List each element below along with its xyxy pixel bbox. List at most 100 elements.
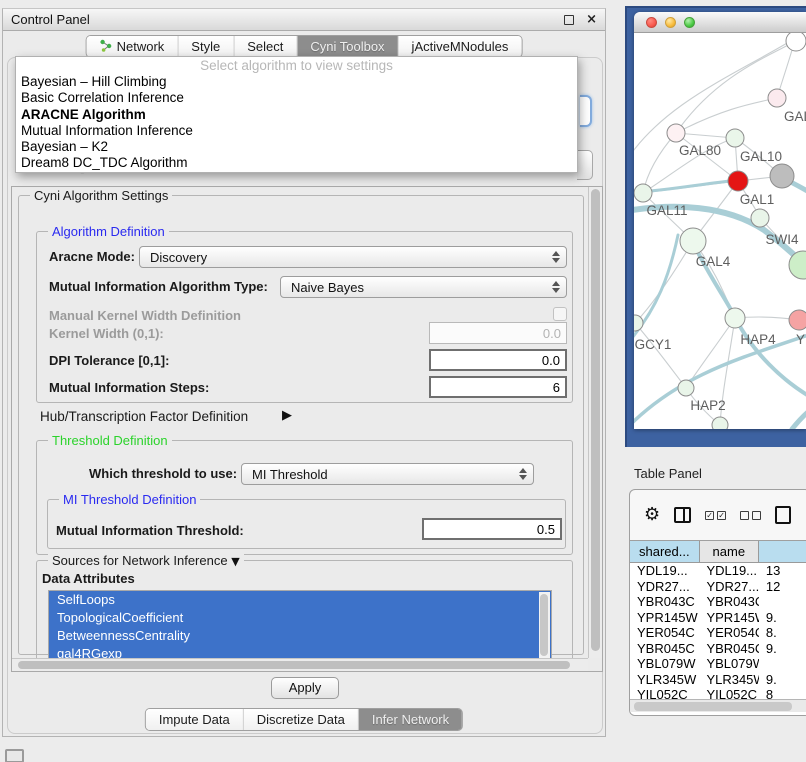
dpi-tolerance-field[interactable] [429,349,567,371]
data-attribute-item[interactable]: SelfLoops [49,591,551,609]
zoom-window-icon[interactable] [684,17,695,28]
control-panel-window: Control Panel × NetworkStyle Select Cyni T… [2,8,606,737]
table-row[interactable]: YBL079WYBL079W [630,656,806,672]
table-cell: YBR043C [630,594,699,610]
sources-group: Sources for Network Inference ▼ Data Att… [36,560,573,672]
network-node-label: GAL [784,109,806,124]
tab-label: Impute Data [159,712,230,727]
algorithm-option[interactable]: ARACNE Algorithm [16,107,577,123]
network-edge [676,98,777,133]
network-node-gal10[interactable] [726,129,744,147]
kernel-width-label: Kernel Width (0,1): [49,326,164,341]
hub-definition-label: Hub/Transcription Factor Definition [40,409,248,424]
gear-icon[interactable]: ⚙ [644,506,660,524]
tab-infer-network[interactable]: Infer Network [359,709,462,730]
data-attribute-item[interactable]: TopologicalCoefficient [49,609,551,627]
control-panel-titlebar[interactable]: Control Panel × [3,9,605,31]
tab-label: Select [247,39,283,54]
network-node-hap2[interactable] [678,380,694,396]
sources-title: Sources for Network Inference ▼ [48,553,244,568]
algorithm-option[interactable]: Basic Correlation Inference [16,90,577,106]
algorithm-option[interactable]: Bayesian – Hill Climbing [16,74,577,90]
show-columns-icon[interactable]: ✓✓ [705,511,726,520]
network-canvas[interactable]: GALGAL80GAL10GAL1GAL11SWI4GAL4HAP4YGCY1H… [634,33,806,429]
tab-select[interactable]: Select [234,36,297,57]
which-threshold-combo[interactable]: MI Threshold [241,463,534,485]
tab-cyni-toolbox[interactable]: Cyni Toolbox [297,36,398,57]
tab-impute-data[interactable]: Impute Data [146,709,244,730]
network-edge [643,133,676,193]
function-builder-icon[interactable] [775,506,791,524]
table-cell: YBR045C [699,641,758,657]
table-toolbar: ⚙ ✓✓ [630,490,806,540]
hide-columns-icon[interactable] [740,511,761,520]
network-node-gal4[interactable] [680,228,706,254]
network-window-titlebar[interactable] [634,12,806,33]
hidden-focused-combo-fragment [580,95,592,127]
mi-algorithm-type-value: Naive Bayes [291,280,364,295]
kernel-width-field[interactable] [429,322,567,344]
network-node[interactable] [712,417,728,429]
settings-vertical-scrollbar[interactable] [588,187,602,658]
tab-label: Discretize Data [257,712,345,727]
tab-discretize-data[interactable]: Discretize Data [244,709,359,730]
table-column-header[interactable] [759,541,806,562]
attributes-list-scrollbar[interactable] [539,592,550,662]
table-row[interactable]: YDL19...YDL19...13 [630,563,806,579]
algorithm-dropdown-popup: Select algorithm to view settings Bayesi… [15,56,578,173]
table-row[interactable]: YER054CYER054C8. [630,625,806,641]
network-node-gcy1[interactable] [634,315,643,331]
network-node[interactable] [786,33,806,51]
float-panel-icon[interactable] [564,15,574,25]
algorithm-option[interactable]: Dream8 DC_TDC Algorithm [16,155,577,171]
columns-icon[interactable] [674,507,691,523]
mi-threshold-field[interactable] [422,518,562,540]
manual-kernel-width-checkbox[interactable] [553,307,567,321]
table-horizontal-scrollbar[interactable] [630,699,806,712]
network-node-hap4[interactable] [725,308,745,328]
collapsed-panel-icon[interactable] [5,749,24,762]
table-column-header[interactable]: shared... [630,541,700,562]
settings-horizontal-scrollbar[interactable] [12,658,588,671]
table-cell: 12 [759,579,806,595]
mi-algorithm-type-combo[interactable]: Naive Bayes [280,276,567,298]
network-node[interactable] [770,164,794,188]
data-attribute-item[interactable]: BetweennessCentrality [49,627,551,645]
table-cell: YLR345W [699,672,758,688]
table-cell: 9. [759,641,806,657]
network-node-swi4[interactable] [751,209,769,227]
close-window-icon[interactable] [646,17,657,28]
table-cell: YER054C [699,625,758,641]
aracne-mode-combo[interactable]: Discovery [139,246,567,268]
table-row[interactable]: YDR27...YDR27...12 [630,579,806,595]
mi-steps-field[interactable] [429,376,567,398]
dpi-tolerance-label: DPI Tolerance [0,1]: [49,353,169,368]
table-row[interactable]: YPR145WYPR145W9. [630,610,806,626]
sources-collapse-icon[interactable]: ▼ [231,555,239,568]
network-node-gal1[interactable] [728,171,748,191]
minimize-window-icon[interactable] [665,17,676,28]
table-column-header[interactable]: name [700,541,759,562]
network-node-gal11[interactable] [634,184,652,202]
mi-threshold-definition-title: MI Threshold Definition [59,492,200,507]
table-panel-window: ⚙ ✓✓ shared...name YDL19...YDL19...13YDR… [629,489,806,716]
algorithm-option[interactable]: Mutual Information Inference [16,123,577,139]
network-node-y[interactable] [789,310,806,330]
sources-title-text: Sources for Network Inference [52,553,228,568]
apply-button[interactable]: Apply [271,677,339,699]
tab-style[interactable]: Style [178,36,234,57]
tab-jactivemnodules[interactable]: jActiveMNodules [399,36,522,57]
table-row[interactable]: YBR043CYBR043C [630,594,806,610]
combo-stepper-icon [550,251,566,263]
network-node-gal[interactable] [768,89,786,107]
network-node-gal80[interactable] [667,124,685,142]
network-edge [635,323,686,388]
table-row[interactable]: YBR045CYBR045C9. [630,641,806,657]
hub-expander-icon[interactable]: ▶ [282,408,292,423]
algorithm-option[interactable]: Bayesian – K2 [16,139,577,155]
algorithm-definition-title: Algorithm Definition [48,224,169,239]
table-cell: YER054C [630,625,699,641]
table-row[interactable]: YLR345WYLR345W9. [630,672,806,688]
tab-network[interactable]: Network [87,36,179,57]
close-panel-icon[interactable]: × [586,15,597,25]
